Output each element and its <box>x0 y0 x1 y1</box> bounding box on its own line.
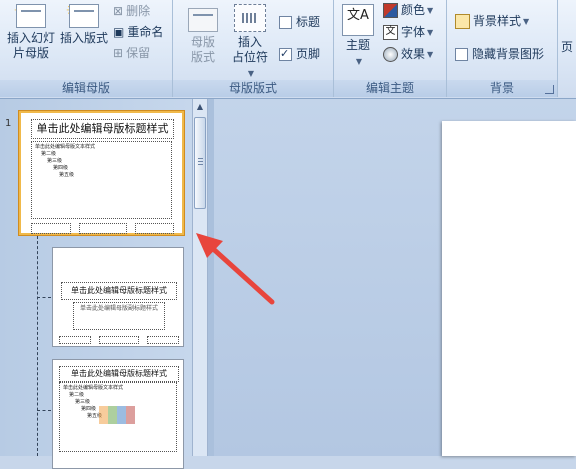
slide-thumbnail-title-layout[interactable]: 单击此处编辑母版标题样式 单击此处编辑母版副标题样式 <box>52 247 184 347</box>
theme-icon: 文A <box>342 4 374 36</box>
fonts-icon: 文 <box>383 25 398 40</box>
group-label-master-layout: 母版版式 <box>173 80 333 97</box>
footer-checkbox[interactable]: 页脚 <box>279 46 320 62</box>
layout-tree-branch <box>37 297 51 298</box>
thumb-footer-text <box>79 223 127 234</box>
dropdown-arrow-icon: ▼ <box>247 69 255 78</box>
baidu-watermark: Bai 经验 jingyan.baidu.com <box>473 408 564 444</box>
body-level-2: 第二级 <box>41 151 57 157</box>
layout-icon <box>69 4 99 28</box>
theme-button[interactable]: 文A 主题 ▼ <box>340 4 376 69</box>
slide-editor-area: Bai 经验 jingyan.baidu.com <box>214 99 576 456</box>
effects-icon <box>383 47 398 62</box>
fonts-button[interactable]: 文 字体 ▼ <box>383 25 433 40</box>
ribbon: ✳ 插入幻灯 片母版 ✳ 插入版式 ⊠ 删除 ▣ 重命名 ⊞ 保留 编辑母版 母… <box>0 0 576 99</box>
layout-tree-branch <box>37 410 51 411</box>
insert-layout-button[interactable]: ✳ 插入版式 <box>58 4 110 46</box>
group-background: 背景样式 ▼ 隐藏背景图形 背景 <box>447 0 558 97</box>
slides-pane-scrollbar[interactable]: ▲ <box>192 99 208 456</box>
insert-placeholder-button[interactable]: 插入 占位符 ▼ <box>225 4 275 81</box>
background-styles-icon <box>455 14 470 29</box>
slide-number: 1 <box>5 118 12 129</box>
dropdown-arrow-icon: ▼ <box>523 17 530 26</box>
checkbox-icon <box>455 48 468 61</box>
body-level-5: 第五级 <box>59 172 75 178</box>
next-group-button[interactable]: 页 <box>561 40 573 55</box>
rename-button[interactable]: ▣ 重命名 <box>113 25 163 40</box>
delete-button[interactable]: ⊠ 删除 <box>113 4 150 19</box>
group-label-edit-theme: 编辑主题 <box>334 80 446 97</box>
master-layout-button[interactable]: 母版 版式 <box>181 8 225 65</box>
thumb-title-placeholder: 单击此处编辑母版标题样式 <box>31 119 174 139</box>
colors-button[interactable]: 颜色 ▼ <box>383 3 433 18</box>
slide-master-icon <box>16 4 46 28</box>
body-level-1: 单击此处编辑母版文本样式 <box>35 144 96 150</box>
body-level-2: 第二级 <box>69 392 85 398</box>
group-edit-theme: 文A 主题 ▼ 颜色 ▼ 文 字体 ▼ 效果 ▼ 编辑主题 <box>334 0 447 97</box>
body-level-4: 第四级 <box>53 165 69 171</box>
thumb-subtitle-placeholder: 单击此处编辑母版副标题样式 <box>73 302 165 330</box>
group-label-background: 背景 <box>447 80 557 97</box>
dropdown-arrow-icon: ▼ <box>427 28 434 37</box>
body-level-3: 第三级 <box>47 158 63 164</box>
insert-slide-master-button[interactable]: ✳ 插入幻灯 片母版 <box>4 4 58 61</box>
thumb-footer-date <box>59 336 91 344</box>
thumb-footer-date <box>31 223 71 234</box>
hide-background-graphics-checkbox[interactable]: 隐藏背景图形 <box>455 47 544 62</box>
thumb-title-placeholder: 单击此处编辑母版标题样式 <box>61 282 177 300</box>
background-styles-button[interactable]: 背景样式 ▼ <box>455 14 529 29</box>
group-label-edit-master: 编辑母版 <box>0 80 172 97</box>
colors-icon <box>383 3 398 18</box>
dropdown-arrow-icon: ▼ <box>427 6 434 15</box>
title-checkbox[interactable]: 标题 <box>279 15 320 30</box>
slide-thumbnail-master[interactable]: 单击此处编辑母版标题样式 单击此处编辑母版文本样式 第二级 第三级 第四级 第五… <box>19 111 184 235</box>
layout-tree-line <box>37 236 38 456</box>
thumb-title-placeholder: 单击此处编辑母版标题样式 <box>59 366 179 382</box>
delete-icon: ⊠ <box>113 4 124 18</box>
thumb-footer-number <box>147 336 179 344</box>
preserve-button[interactable]: ⊞ 保留 <box>113 46 150 61</box>
thumb-body-placeholder: 单击此处编辑母版文本样式 第二级 第三级 第四级 第五级 <box>31 141 172 219</box>
rename-icon: ▣ <box>113 25 125 39</box>
slide-thumbnail-content-layout[interactable]: 单击此处编辑母版标题样式 单击此处编辑母版文本样式 第二级 第三级 第四级 第五… <box>52 359 184 469</box>
body-level-1: 单击此处编辑母版文本样式 <box>63 385 124 391</box>
thumb-footer-text <box>99 336 139 344</box>
dropdown-arrow-icon: ▼ <box>355 57 363 66</box>
effects-button[interactable]: 效果 ▼ <box>383 47 433 62</box>
preserve-icon: ⊞ <box>113 46 124 60</box>
dropdown-arrow-icon: ▼ <box>427 50 434 59</box>
group-edit-master: ✳ 插入幻灯 片母版 ✳ 插入版式 ⊠ 删除 ▣ 重命名 ⊞ 保留 编辑母版 <box>0 0 173 97</box>
content-placeholder-icons <box>99 406 135 424</box>
group-next-partial: 页 <box>558 0 576 97</box>
thumb-footer-number <box>135 223 174 234</box>
dialog-launcher-icon[interactable] <box>545 85 554 94</box>
group-master-layout: 母版 版式 插入 占位符 ▼ 标题 页脚 母版版式 <box>173 0 334 97</box>
master-layout-icon <box>188 8 218 32</box>
placeholder-icon <box>234 4 266 32</box>
scroll-up-arrow-icon[interactable]: ▲ <box>194 101 206 113</box>
checkbox-checked-icon <box>279 46 292 61</box>
scrollbar-thumb[interactable] <box>194 117 206 209</box>
checkbox-icon <box>279 16 292 29</box>
scrollbar-grip-icon <box>198 158 203 166</box>
body-level-3: 第三级 <box>75 399 91 405</box>
